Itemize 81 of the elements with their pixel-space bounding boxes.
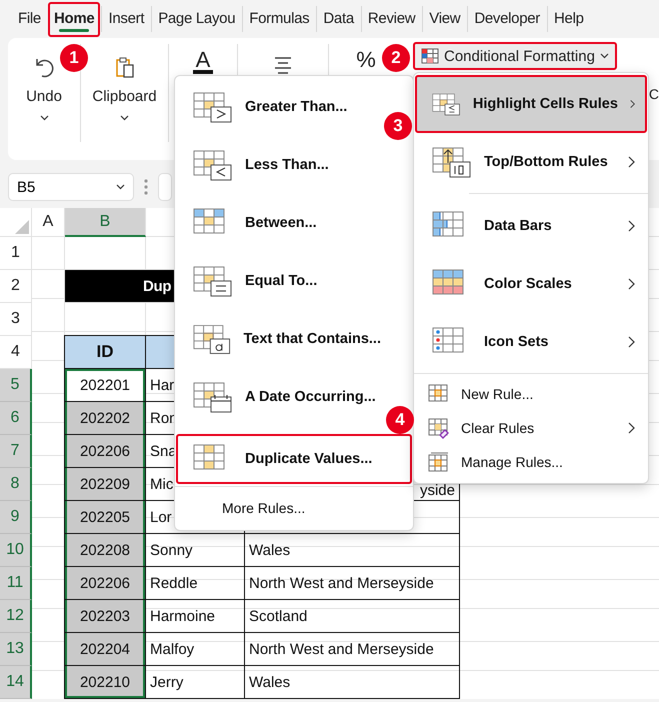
table-cell: Wales [244,665,460,699]
row-header[interactable]: 4 [0,336,32,369]
table-cell: 202205 [64,500,146,534]
table-cell: 202203 [64,599,146,633]
chevron-right-icon [628,220,635,232]
less-than-icon [193,150,233,180]
row-header[interactable]: 3 [0,303,32,336]
greater-than-icon [193,92,233,122]
row-header[interactable]: 13 [0,633,32,666]
chevron-down-icon [40,115,48,121]
chevron-right-icon [628,422,635,434]
calendar-icon [193,382,233,412]
row-header[interactable]: 14 [0,666,32,699]
clipboard-icon [114,56,134,78]
row-header[interactable]: 5 [0,369,32,402]
ribbon-tab[interactable]: Review [362,2,422,36]
font-color-bar [193,70,213,74]
equal-icon [193,266,233,296]
row-header[interactable]: 2 [0,270,32,303]
undo-icon [34,56,54,78]
eraser-icon [428,418,449,438]
menu-item[interactable]: Greater Than... [176,78,383,136]
menu-item[interactable]: Duplicate Values... [176,434,412,484]
menu-item[interactable]: Data Bars [415,197,647,255]
chevron-right-icon [628,156,635,168]
table-cell: 202209 [64,467,146,501]
top-bottom-icon [432,146,472,178]
row-header[interactable]: 6 [0,402,32,435]
formula-field[interactable] [158,173,172,201]
menu-item[interactable]: Top/Bottom Rules [415,133,647,191]
ribbon-tab[interactable]: Data [317,2,360,36]
row-header[interactable]: 10 [0,534,32,567]
chevron-down-icon [600,53,609,59]
select-all-icon[interactable] [14,220,28,234]
ribbon-tab[interactable]: Developer [468,2,546,36]
new-rule-icon [428,384,449,404]
ribbon-tab[interactable]: File [12,2,47,36]
menu-item[interactable]: Highlight Cells Rules [415,75,647,133]
row-header[interactable]: 7 [0,435,32,468]
chevron-down-icon [120,115,129,121]
table-cell: 202210 [64,665,146,699]
table-cell: 202208 [64,533,146,567]
align-icon[interactable] [273,56,293,74]
ribbon-tab[interactable]: Home [48,2,100,36]
table-cell: 202206 [64,566,146,600]
header-cell: ID [64,335,146,369]
table-cell: 202204 [64,632,146,666]
menu-item[interactable]: Icon Sets [415,313,647,371]
table-cell: 202202 [64,401,146,435]
row-header[interactable]: 11 [0,567,32,600]
group-label: C [648,85,659,104]
menu-item[interactable]: Text that Contains... [176,310,383,368]
ribbon-tab[interactable]: View [423,2,466,36]
row-header[interactable]: 8 [0,468,32,501]
ribbon-tab[interactable]: Formulas [243,2,316,36]
text-contains-icon [193,324,232,354]
clipboard-label[interactable]: Clipboard [92,88,157,105]
name-box[interactable]: B5 [8,173,134,201]
chevron-right-icon [628,278,635,290]
menu-item[interactable]: Clear Rules [415,411,647,445]
column-header[interactable]: B [65,208,146,237]
ribbon-tab[interactable]: Insert [102,2,150,36]
row-header[interactable]: 9 [0,501,32,534]
chevron-down-icon [116,184,125,190]
menu-item[interactable]: Between... [176,194,383,252]
chevron-right-icon [628,336,635,348]
undo-label[interactable]: Undo [26,88,62,105]
menu-item[interactable]: Less Than... [176,136,383,194]
manage-rules-icon [428,452,449,472]
menu-item[interactable]: New Rule... [415,377,647,411]
ribbon-tab[interactable]: Help [548,2,590,36]
more-icon[interactable] [144,179,148,195]
font-color-glyph[interactable]: A [196,50,210,70]
row-header[interactable]: 12 [0,600,32,633]
table-cell: 202201 [64,368,146,402]
table-icon [421,48,439,64]
chevron-right-icon [630,98,635,110]
percent-glyph[interactable]: % [356,50,376,70]
conditional-formatting-button[interactable]: Conditional Formatting [413,42,617,70]
table-cell: 202206 [64,434,146,468]
ribbon-tab[interactable]: Page Layou [152,2,242,36]
